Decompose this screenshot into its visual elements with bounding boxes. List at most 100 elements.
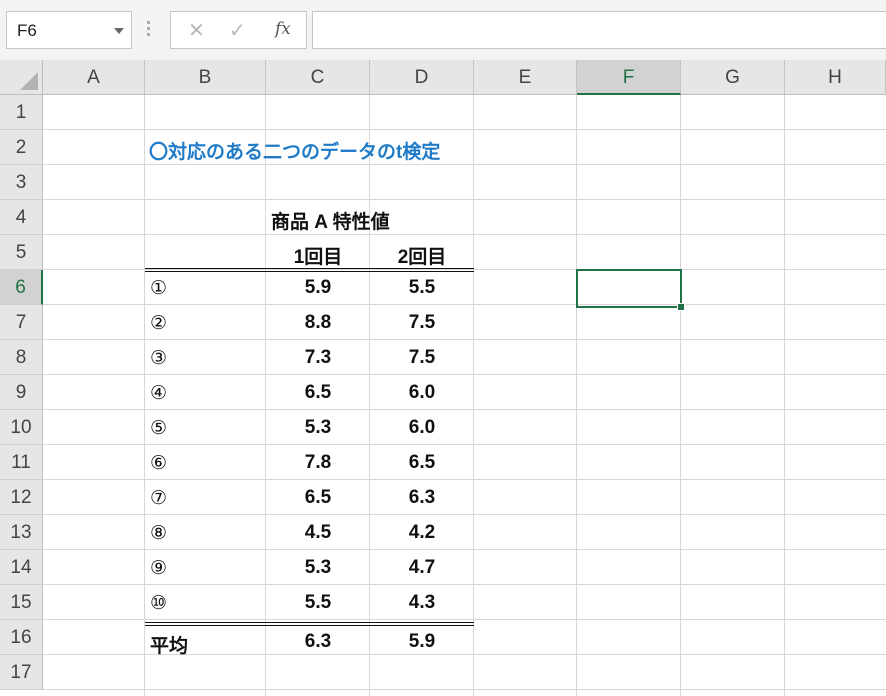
- column-header-c[interactable]: C: [266, 60, 370, 95]
- average-d: 5.9: [408, 631, 436, 652]
- fill-handle[interactable]: [677, 303, 685, 311]
- value-first: 5.3: [304, 557, 332, 578]
- value-first: 5.3: [304, 417, 332, 438]
- value-second: 4.3: [408, 592, 436, 613]
- header-col1: 1回目: [293, 247, 343, 268]
- row-header-16[interactable]: 16: [0, 620, 43, 655]
- row-header-4[interactable]: 4: [0, 200, 43, 235]
- grip-icon[interactable]: [147, 21, 150, 37]
- value-second: 4.2: [408, 522, 436, 543]
- average-c: 6.3: [304, 631, 332, 652]
- grid-line-horizontal: [43, 444, 886, 445]
- row-header-17[interactable]: 17: [0, 655, 43, 690]
- row-label: ⑦: [150, 488, 168, 509]
- row-label: ④: [150, 383, 168, 404]
- grid-line-vertical: [784, 95, 785, 696]
- column-header-g[interactable]: G: [681, 60, 785, 95]
- value-second: 6.3: [408, 487, 436, 508]
- column-header-e[interactable]: E: [474, 60, 577, 95]
- formula-toolbar: F6 ✕ ✓ fx: [0, 0, 886, 60]
- grid-line-horizontal: [43, 164, 886, 165]
- header-col2: 2回目: [397, 247, 447, 268]
- value-second: 7.5: [408, 312, 436, 333]
- grid-line-horizontal: [43, 479, 886, 480]
- grid-line-horizontal: [43, 514, 886, 515]
- row-header-3[interactable]: 3: [0, 165, 43, 200]
- row-header-11[interactable]: 11: [0, 445, 43, 480]
- value-first: 6.5: [304, 487, 332, 508]
- value-second: 4.7: [408, 557, 436, 578]
- grid-line-horizontal: [43, 409, 886, 410]
- select-all-button[interactable]: [0, 60, 43, 95]
- double-border-bottom-2: [145, 625, 474, 626]
- column-header-h[interactable]: H: [785, 60, 886, 95]
- row-header-15[interactable]: 15: [0, 585, 43, 620]
- enter-icon[interactable]: ✓: [229, 18, 246, 42]
- row-label: ③: [150, 348, 168, 369]
- value-second: 6.0: [408, 417, 436, 438]
- grid-line-horizontal: [43, 689, 886, 690]
- row-header-8[interactable]: 8: [0, 340, 43, 375]
- name-box[interactable]: F6: [6, 11, 132, 49]
- grid-line-horizontal: [43, 549, 886, 550]
- row-label: ⑩: [150, 593, 168, 614]
- value-second: 6.5: [408, 452, 436, 473]
- row-label: ⑤: [150, 418, 168, 439]
- grid-line-horizontal: [43, 339, 886, 340]
- value-first: 7.8: [304, 452, 332, 473]
- column-header-b[interactable]: B: [145, 60, 266, 95]
- row-header-9[interactable]: 9: [0, 375, 43, 410]
- grid-line-horizontal: [43, 234, 886, 235]
- value-first: 5.5: [304, 592, 332, 613]
- name-box-value: F6: [17, 21, 37, 40]
- grid-line-horizontal: [43, 584, 886, 585]
- row-header-10[interactable]: 10: [0, 410, 43, 445]
- row-label: ②: [150, 313, 168, 334]
- row-header-13[interactable]: 13: [0, 515, 43, 550]
- header-group: 商品 A 特性値: [271, 212, 390, 233]
- cancel-icon[interactable]: ✕: [188, 18, 205, 42]
- column-header-d[interactable]: D: [370, 60, 474, 95]
- value-first: 7.3: [304, 347, 332, 368]
- grid-line-horizontal: [43, 129, 886, 130]
- value-first: 8.8: [304, 312, 332, 333]
- grid-line-horizontal: [43, 269, 886, 270]
- value-first: 5.9: [304, 277, 332, 298]
- column-header-a[interactable]: A: [43, 60, 145, 95]
- value-second: 6.0: [408, 382, 436, 403]
- chevron-down-icon[interactable]: [114, 28, 124, 34]
- row-header-6[interactable]: 6: [0, 270, 43, 305]
- column-header-f[interactable]: F: [577, 60, 681, 95]
- grid-line-horizontal: [43, 304, 886, 305]
- formula-input[interactable]: [312, 11, 886, 49]
- row-header-12[interactable]: 12: [0, 480, 43, 515]
- value-second: 7.5: [408, 347, 436, 368]
- double-border-top-2: [145, 271, 474, 272]
- row-label: ⑥: [150, 453, 168, 474]
- selected-cell[interactable]: [576, 269, 682, 308]
- value-first: 6.5: [304, 382, 332, 403]
- double-border-top-1: [145, 268, 474, 269]
- grid-line-horizontal: [43, 374, 886, 375]
- row-header-5[interactable]: 5: [0, 235, 43, 270]
- grid-line-horizontal: [43, 199, 886, 200]
- sheet-title: 〇対応のある二つのデータのt検定: [149, 142, 441, 163]
- double-border-bottom-1: [145, 622, 474, 623]
- row-header-7[interactable]: 7: [0, 305, 43, 340]
- select-all-icon: [20, 72, 38, 90]
- row-header-14[interactable]: 14: [0, 550, 43, 585]
- value-first: 4.5: [304, 522, 332, 543]
- grid-line-vertical: [144, 95, 145, 696]
- value-second: 5.5: [408, 277, 436, 298]
- grid-line-horizontal: [43, 619, 886, 620]
- grid-line-vertical: [680, 95, 681, 696]
- row-label: ⑧: [150, 523, 168, 544]
- insert-function-icon[interactable]: fx: [275, 19, 291, 39]
- grid-line-vertical: [576, 95, 577, 696]
- formula-buttons: ✕ ✓ fx: [170, 11, 307, 49]
- row-label: ⑨: [150, 558, 168, 579]
- average-label: 平均: [150, 636, 189, 657]
- row-label: ①: [150, 278, 168, 299]
- row-header-2[interactable]: 2: [0, 130, 43, 165]
- row-header-1[interactable]: 1: [0, 95, 43, 130]
